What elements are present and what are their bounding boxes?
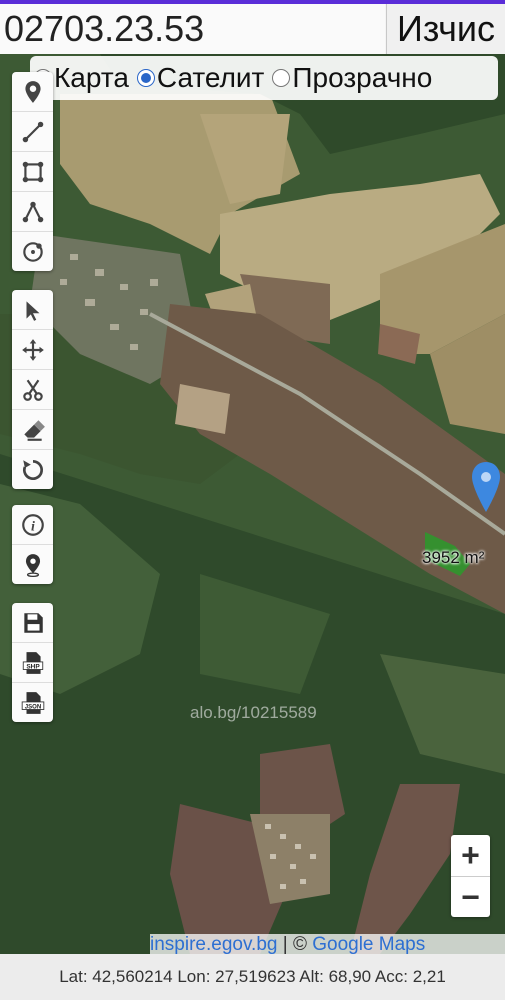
attribution-maps-link[interactable]: Google Maps [312,934,425,954]
layer-option-transparent[interactable]: Прозрачно [268,62,432,94]
cut-button[interactable] [12,370,53,410]
info-button[interactable]: i [12,505,53,545]
radio-transparent[interactable] [272,69,291,87]
zoom-control: + − [451,835,490,917]
zoom-out-button[interactable]: − [451,877,490,918]
cut-poly-button[interactable] [12,290,53,330]
radio-satellite[interactable] [136,69,155,87]
move-icon [21,338,44,361]
undo-icon [22,459,43,480]
json-export-icon: JSON [21,691,44,714]
polygon-icon [22,201,43,222]
satellite-imagery [0,54,505,954]
calculate-button[interactable]: Изчис [386,4,505,54]
line-icon [22,121,43,142]
area-label: 3952 m² [422,548,485,567]
json-text: JSON [24,704,40,710]
save-icon [23,612,43,633]
locate-button[interactable] [12,545,53,584]
rotate-button[interactable] [12,450,53,489]
marker-icon [24,80,41,103]
info-toolbox: i [12,505,53,584]
layer-option-label: Прозрачно [292,62,433,93]
svg-text:i: i [31,518,35,534]
zoom-in-button[interactable]: + [451,835,490,877]
satellite-map[interactable] [0,54,505,954]
scissors-icon [22,379,43,401]
layer-option-satellite[interactable]: Сателит [133,62,264,94]
edit-toolbox [12,290,53,489]
attribution-separator: | © [277,934,313,954]
shp-text: SHP [26,663,40,670]
circle-icon [22,241,43,262]
save-button[interactable] [12,603,53,643]
info-icon: i [21,513,44,536]
erase-button[interactable] [12,410,53,450]
draw-polygon-button[interactable] [12,192,53,232]
draw-toolbox [12,72,53,271]
export-toolbox: SHP JSON [12,603,53,722]
move-button[interactable] [12,330,53,370]
layer-switch: Карта Сателит Прозрачно [30,56,498,100]
eraser-icon [23,419,45,441]
watermark-text: alo.bg/10215589 [190,703,317,722]
gps-status-bar: Lat: 42,560214 Lon: 27,519623 Alt: 68,90… [0,954,505,1000]
layer-option-label: Карта [54,62,129,93]
layer-option-label: Сателит [156,62,265,93]
map-attribution: inspire.egov.bg | © Google Maps [150,934,505,954]
shp-export-icon: SHP [22,651,43,674]
rectangle-icon [22,161,43,182]
cursor-icon [26,300,39,321]
export-json-button[interactable]: JSON [12,683,53,722]
export-shp-button[interactable]: SHP [12,643,53,683]
map-pin-icon[interactable] [470,460,502,514]
location-pin-icon [25,553,40,577]
parcel-search-input[interactable] [0,4,385,54]
draw-rectangle-button[interactable] [12,152,53,192]
draw-line-button[interactable] [12,112,53,152]
draw-circle-button[interactable] [12,232,53,271]
attribution-source-link[interactable]: inspire.egov.bg [150,934,277,954]
draw-marker-button[interactable] [12,72,53,112]
